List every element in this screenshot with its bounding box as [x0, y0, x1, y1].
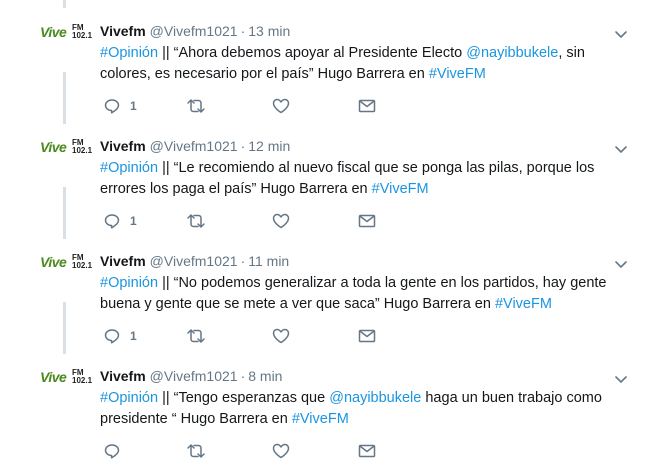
mention-link[interactable]: @nayibbukele [466, 45, 558, 61]
reply-button[interactable] [104, 441, 130, 461]
envelope-icon [358, 329, 376, 343]
avatar[interactable]: Vive FM 102.1 [40, 138, 93, 159]
avatar[interactable]: Vive FM 102.1 [40, 23, 93, 44]
envelope-icon [358, 444, 376, 458]
avatar-fm: FM 102.1 [72, 368, 93, 385]
retweet-icon [187, 444, 205, 458]
reply-button[interactable]: 1 [104, 326, 137, 346]
retweet-button[interactable] [186, 441, 206, 461]
retweet-icon [187, 99, 205, 113]
display-name[interactable]: Vivefm [100, 138, 146, 154]
direct-message-button[interactable] [358, 326, 376, 346]
tweet[interactable]: Vive FM 102.1 Vivefm @Vivefm1021 · 8 min #Op… [0, 350, 670, 465]
tweet-text-segment: || “Ahora debemos apoyar al Presidente E… [158, 45, 467, 61]
retweet-icon [187, 329, 205, 343]
user-handle[interactable]: @Vivefm1021 [150, 368, 238, 384]
timestamp[interactable]: 12 min [248, 138, 290, 154]
timestamp[interactable]: 13 min [248, 23, 290, 39]
chevron-down-icon[interactable] [614, 142, 628, 154]
retweet-button[interactable] [186, 326, 206, 346]
hashtag-link[interactable]: #Opinión [100, 390, 158, 406]
avatar-fm: FM 102.1 [72, 23, 93, 40]
hashtag-link[interactable]: #ViveFM [495, 296, 552, 312]
avatar-fm: FM 102.1 [72, 253, 93, 270]
avatar-fm: FM 102.1 [72, 138, 93, 155]
chevron-down-icon[interactable] [614, 257, 628, 269]
tweet-text: #Opinión || “No podemos generalizar a to… [100, 273, 620, 315]
hashtag-link[interactable]: #ViveFM [292, 411, 349, 427]
like-button[interactable] [272, 441, 290, 461]
reply-count: 1 [130, 214, 137, 228]
avatar-brand: Vive [40, 24, 67, 40]
separator-dot: · [240, 253, 246, 269]
reply-button[interactable]: 1 [104, 96, 137, 116]
tweet-text-segment: || “Le recomiendo al nuevo fiscal que se… [100, 160, 595, 197]
like-button[interactable] [272, 326, 290, 346]
hashtag-link[interactable]: #ViveFM [372, 181, 429, 197]
tweet-header: Vivefm @Vivefm1021 · 11 min [100, 253, 289, 269]
like-button[interactable] [272, 211, 290, 231]
direct-message-button[interactable] [358, 211, 376, 231]
separator-dot: · [240, 23, 246, 39]
hashtag-link[interactable]: #Opinión [100, 160, 158, 176]
tweet-actions: 1 [104, 96, 404, 116]
reply-icon [104, 214, 120, 229]
user-handle[interactable]: @Vivefm1021 [150, 23, 238, 39]
display-name[interactable]: Vivefm [100, 253, 146, 269]
heart-icon [272, 98, 290, 114]
direct-message-button[interactable] [358, 96, 376, 116]
heart-icon [272, 443, 290, 459]
tweet-text: #Opinión || “Tengo esperanzas que @nayib… [100, 388, 620, 430]
tweet-text: #Opinión || “Ahora debemos apoyar al Pre… [100, 43, 620, 85]
hashtag-link[interactable]: #Opinión [100, 45, 158, 61]
hashtag-link[interactable]: #Opinión [100, 275, 158, 291]
tweet[interactable]: Vive FM 102.1 Vivefm @Vivefm1021 · 11 min #O… [0, 235, 670, 350]
chevron-down-icon[interactable] [614, 27, 628, 39]
reply-count: 1 [130, 329, 137, 343]
tweet-text: #Opinión || “Le recomiendo al nuevo fisc… [100, 158, 620, 200]
retweet-button[interactable] [186, 96, 206, 116]
tweet[interactable]: Vive FM 102.1 Vivefm @Vivefm1021 · 12 min #O… [0, 120, 670, 235]
heart-icon [272, 328, 290, 344]
display-name[interactable]: Vivefm [100, 23, 146, 39]
hashtag-link[interactable]: #ViveFM [429, 66, 486, 82]
tweet-actions: 1 [104, 211, 404, 231]
reply-icon [104, 444, 120, 459]
user-handle[interactable]: @Vivefm1021 [150, 253, 238, 269]
avatar-brand: Vive [40, 369, 67, 385]
heart-icon [272, 213, 290, 229]
envelope-icon [358, 99, 376, 113]
retweet-icon [187, 214, 205, 228]
reply-icon [104, 329, 120, 344]
user-handle[interactable]: @Vivefm1021 [150, 138, 238, 154]
avatar-brand: Vive [40, 139, 67, 155]
avatar[interactable]: Vive FM 102.1 [40, 368, 93, 389]
separator-dot: · [240, 138, 246, 154]
separator-dot: · [240, 368, 246, 384]
timestamp[interactable]: 8 min [248, 368, 282, 384]
tweet-header: Vivefm @Vivefm1021 · 8 min [100, 368, 282, 384]
tweet-actions [104, 441, 404, 461]
reply-count: 1 [130, 99, 137, 113]
timestamp[interactable]: 11 min [248, 253, 289, 269]
reply-button[interactable]: 1 [104, 211, 137, 231]
tweet-header: Vivefm @Vivefm1021 · 13 min [100, 23, 290, 39]
avatar[interactable]: Vive FM 102.1 [40, 253, 93, 274]
chevron-down-icon[interactable] [614, 372, 628, 384]
display-name[interactable]: Vivefm [100, 368, 146, 384]
tweet-text-segment: || “Tengo esperanzas que [158, 390, 330, 406]
envelope-icon [358, 214, 376, 228]
tweet[interactable]: Vive FM 102.1 Vivefm @Vivefm1021 · 13 min #O… [0, 5, 670, 120]
retweet-button[interactable] [186, 211, 206, 231]
mention-link[interactable]: @nayibbukele [329, 390, 421, 406]
avatar-brand: Vive [40, 254, 67, 270]
like-button[interactable] [272, 96, 290, 116]
direct-message-button[interactable] [358, 441, 376, 461]
tweet-header: Vivefm @Vivefm1021 · 12 min [100, 138, 290, 154]
tweet-actions: 1 [104, 326, 404, 346]
reply-icon [104, 99, 120, 114]
